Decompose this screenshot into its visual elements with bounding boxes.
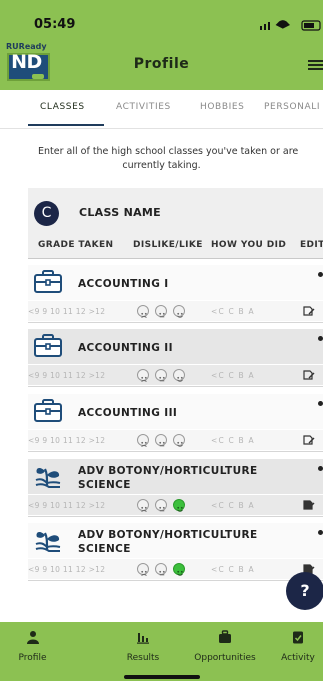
grade-scale[interactable]: <9 9 10 11 12 >12 — [28, 436, 105, 445]
page-title: Profile — [133, 56, 190, 72]
person-icon — [26, 631, 39, 644]
course-name: ACCOUNTING I — [78, 278, 169, 290]
list-item[interactable] — [28, 329, 323, 364]
table-divider — [28, 258, 323, 259]
nav-label: Activity — [281, 653, 315, 663]
how-you-did-scale[interactable]: <C C B A — [211, 501, 255, 510]
hamburger-menu-icon[interactable] — [308, 58, 323, 72]
how-you-did-scale[interactable]: <C C B A — [211, 371, 255, 380]
more-dot-icon[interactable] — [318, 466, 323, 471]
happy-face-icon[interactable] — [173, 434, 185, 447]
edit-icon[interactable] — [303, 305, 315, 317]
tab-classes[interactable]: CLASSES — [40, 102, 85, 112]
edit-icon[interactable] — [303, 369, 315, 381]
intro-text-line2: currently taking. — [122, 160, 201, 171]
neutral-face-icon[interactable] — [155, 369, 167, 382]
row-divider — [28, 322, 323, 323]
column-grade-taken: GRADE TAKEN — [38, 240, 114, 250]
tab-activities[interactable]: ACTIVITIES — [116, 102, 171, 112]
grade-scale[interactable]: <9 9 10 11 12 >12 — [28, 307, 105, 316]
logo-small-text: RUReady — [6, 42, 47, 51]
briefcase-icon — [34, 270, 62, 293]
bar-chart-icon — [137, 633, 149, 644]
course-name: ADV BOTONY/HORTICULTURE SCIENCE — [78, 529, 258, 555]
how-you-did-scale[interactable]: <C C B A — [211, 436, 255, 445]
logo-gov-badge — [32, 74, 44, 79]
edit-icon[interactable] — [303, 499, 315, 511]
nav-label: Opportunities — [194, 653, 256, 663]
tab-personality[interactable]: PERSONALI — [264, 102, 320, 112]
sad-face-icon[interactable] — [137, 499, 149, 512]
neutral-face-icon[interactable] — [155, 499, 167, 512]
happy-face-icon[interactable] — [173, 305, 185, 318]
happy-face-icon[interactable] — [173, 499, 185, 512]
happy-face-icon[interactable] — [173, 369, 185, 382]
row-divider — [28, 451, 323, 452]
grade-scale[interactable]: <9 9 10 11 12 >12 — [28, 371, 105, 380]
status-time: 05:49 — [34, 17, 76, 32]
sad-face-icon[interactable] — [137, 563, 149, 576]
row-divider — [28, 580, 323, 581]
briefcase-icon — [219, 630, 231, 643]
more-dot-icon[interactable] — [318, 336, 323, 341]
home-indicator — [124, 675, 200, 679]
neutral-face-icon[interactable] — [155, 305, 167, 318]
column-dislike-like: DISLIKE/LIKE — [133, 240, 203, 250]
neutral-face-icon[interactable] — [155, 434, 167, 447]
active-tab-indicator — [28, 124, 104, 126]
status-icons — [260, 20, 321, 31]
list-item[interactable] — [28, 265, 323, 300]
edit-icon[interactable] — [303, 434, 315, 446]
more-dot-icon[interactable] — [318, 530, 323, 535]
row-divider — [28, 386, 323, 387]
help-button[interactable]: ? — [286, 572, 323, 610]
nav-label: Results — [126, 653, 160, 663]
tab-hobbies[interactable]: HOBBIES — [200, 102, 244, 112]
how-you-did-scale[interactable]: <C C B A — [211, 565, 255, 574]
sad-face-icon[interactable] — [137, 369, 149, 382]
happy-face-icon[interactable] — [173, 563, 185, 576]
sad-face-icon[interactable] — [137, 434, 149, 447]
row-divider — [28, 516, 323, 517]
course-name: ADV BOTONY/HORTICULTURE SCIENCE — [78, 465, 258, 491]
column-how-you-did: HOW YOU DID — [211, 240, 287, 250]
grade-scale[interactable]: <9 9 10 11 12 >12 — [28, 565, 105, 574]
course-name: ACCOUNTING II — [78, 342, 173, 354]
sad-face-icon[interactable] — [137, 305, 149, 318]
how-you-did-scale[interactable]: <C C B A — [211, 307, 255, 316]
grade-scale[interactable]: <9 9 10 11 12 >12 — [28, 501, 105, 510]
briefcase-icon — [34, 334, 62, 357]
neutral-face-icon[interactable] — [155, 563, 167, 576]
class-name-header: CLASS NAME — [79, 206, 161, 219]
more-dot-icon[interactable] — [318, 401, 323, 406]
column-edit: EDIT — [300, 240, 323, 250]
briefcase-icon — [34, 399, 62, 422]
seedling-icon — [35, 467, 61, 488]
class-avatar: C — [34, 201, 59, 226]
clipboard-check-icon — [293, 631, 303, 644]
course-name: ACCOUNTING III — [78, 407, 178, 419]
seedling-icon — [35, 531, 61, 552]
nav-label: Profile — [18, 653, 47, 663]
intro-text-line1: Enter all of the high school classes you… — [38, 146, 299, 157]
more-dot-icon[interactable] — [318, 272, 323, 277]
